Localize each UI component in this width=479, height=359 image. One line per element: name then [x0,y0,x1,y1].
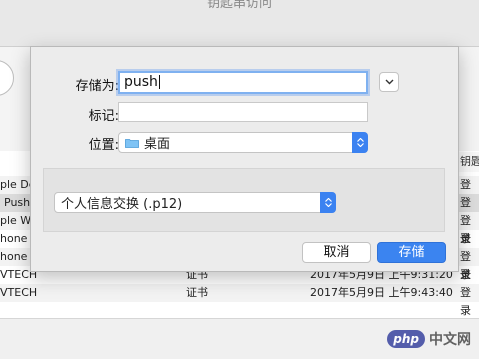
file-format-value: 个人信息交换 (.p12) [61,197,183,212]
chevron-down-icon [356,143,364,147]
row-keychain: 登录 [460,286,471,317]
watermark: php 中文网 [387,328,471,350]
save-as-label: 存储为: [75,79,119,94]
location-value: 桌面 [144,137,171,152]
location-label: 位置: [88,138,119,153]
file-format-stepper [320,192,336,213]
row-date: 2017年5月9日 上午9:43:40 [310,286,453,299]
save-dialog: 存储为: push 标记: 位置: 桌面 个人信息交换 (.p12) 取消 存储 [30,46,459,272]
location-popup[interactable]: 桌面 [118,132,368,153]
chevron-down-icon [385,79,393,85]
row-name: VTECH [0,286,38,299]
file-format-popup[interactable]: 个人信息交换 (.p12) [54,192,336,213]
location-stepper [352,132,368,153]
table-row[interactable]: VTECH 证书 2017年5月9日 上午9:43:40 登录 [0,284,479,317]
watermark-text: 中文网 [429,332,471,348]
save-as-field[interactable]: push [118,71,368,94]
tags-label: 标记: [88,109,119,124]
row-name: Push [4,196,31,209]
cancel-button[interactable]: 取消 [302,242,371,263]
chevron-up-icon [356,138,364,142]
format-panel: 个人信息交换 (.p12) [43,168,445,232]
expand-button[interactable] [379,72,399,92]
save-button[interactable]: 存储 [377,242,446,263]
tags-field[interactable] [118,102,368,122]
background-titlebar: 钥匙串访问 [0,0,479,47]
chevron-up-icon [324,198,332,202]
chevron-down-icon [324,203,332,207]
text-caret [158,75,160,89]
save-as-value: push [124,74,158,90]
watermark-logo: php [387,330,425,348]
row-kind: 证书 [186,286,208,299]
folder-icon [125,138,139,148]
background-window-title: 钥匙串访问 [206,0,272,11]
